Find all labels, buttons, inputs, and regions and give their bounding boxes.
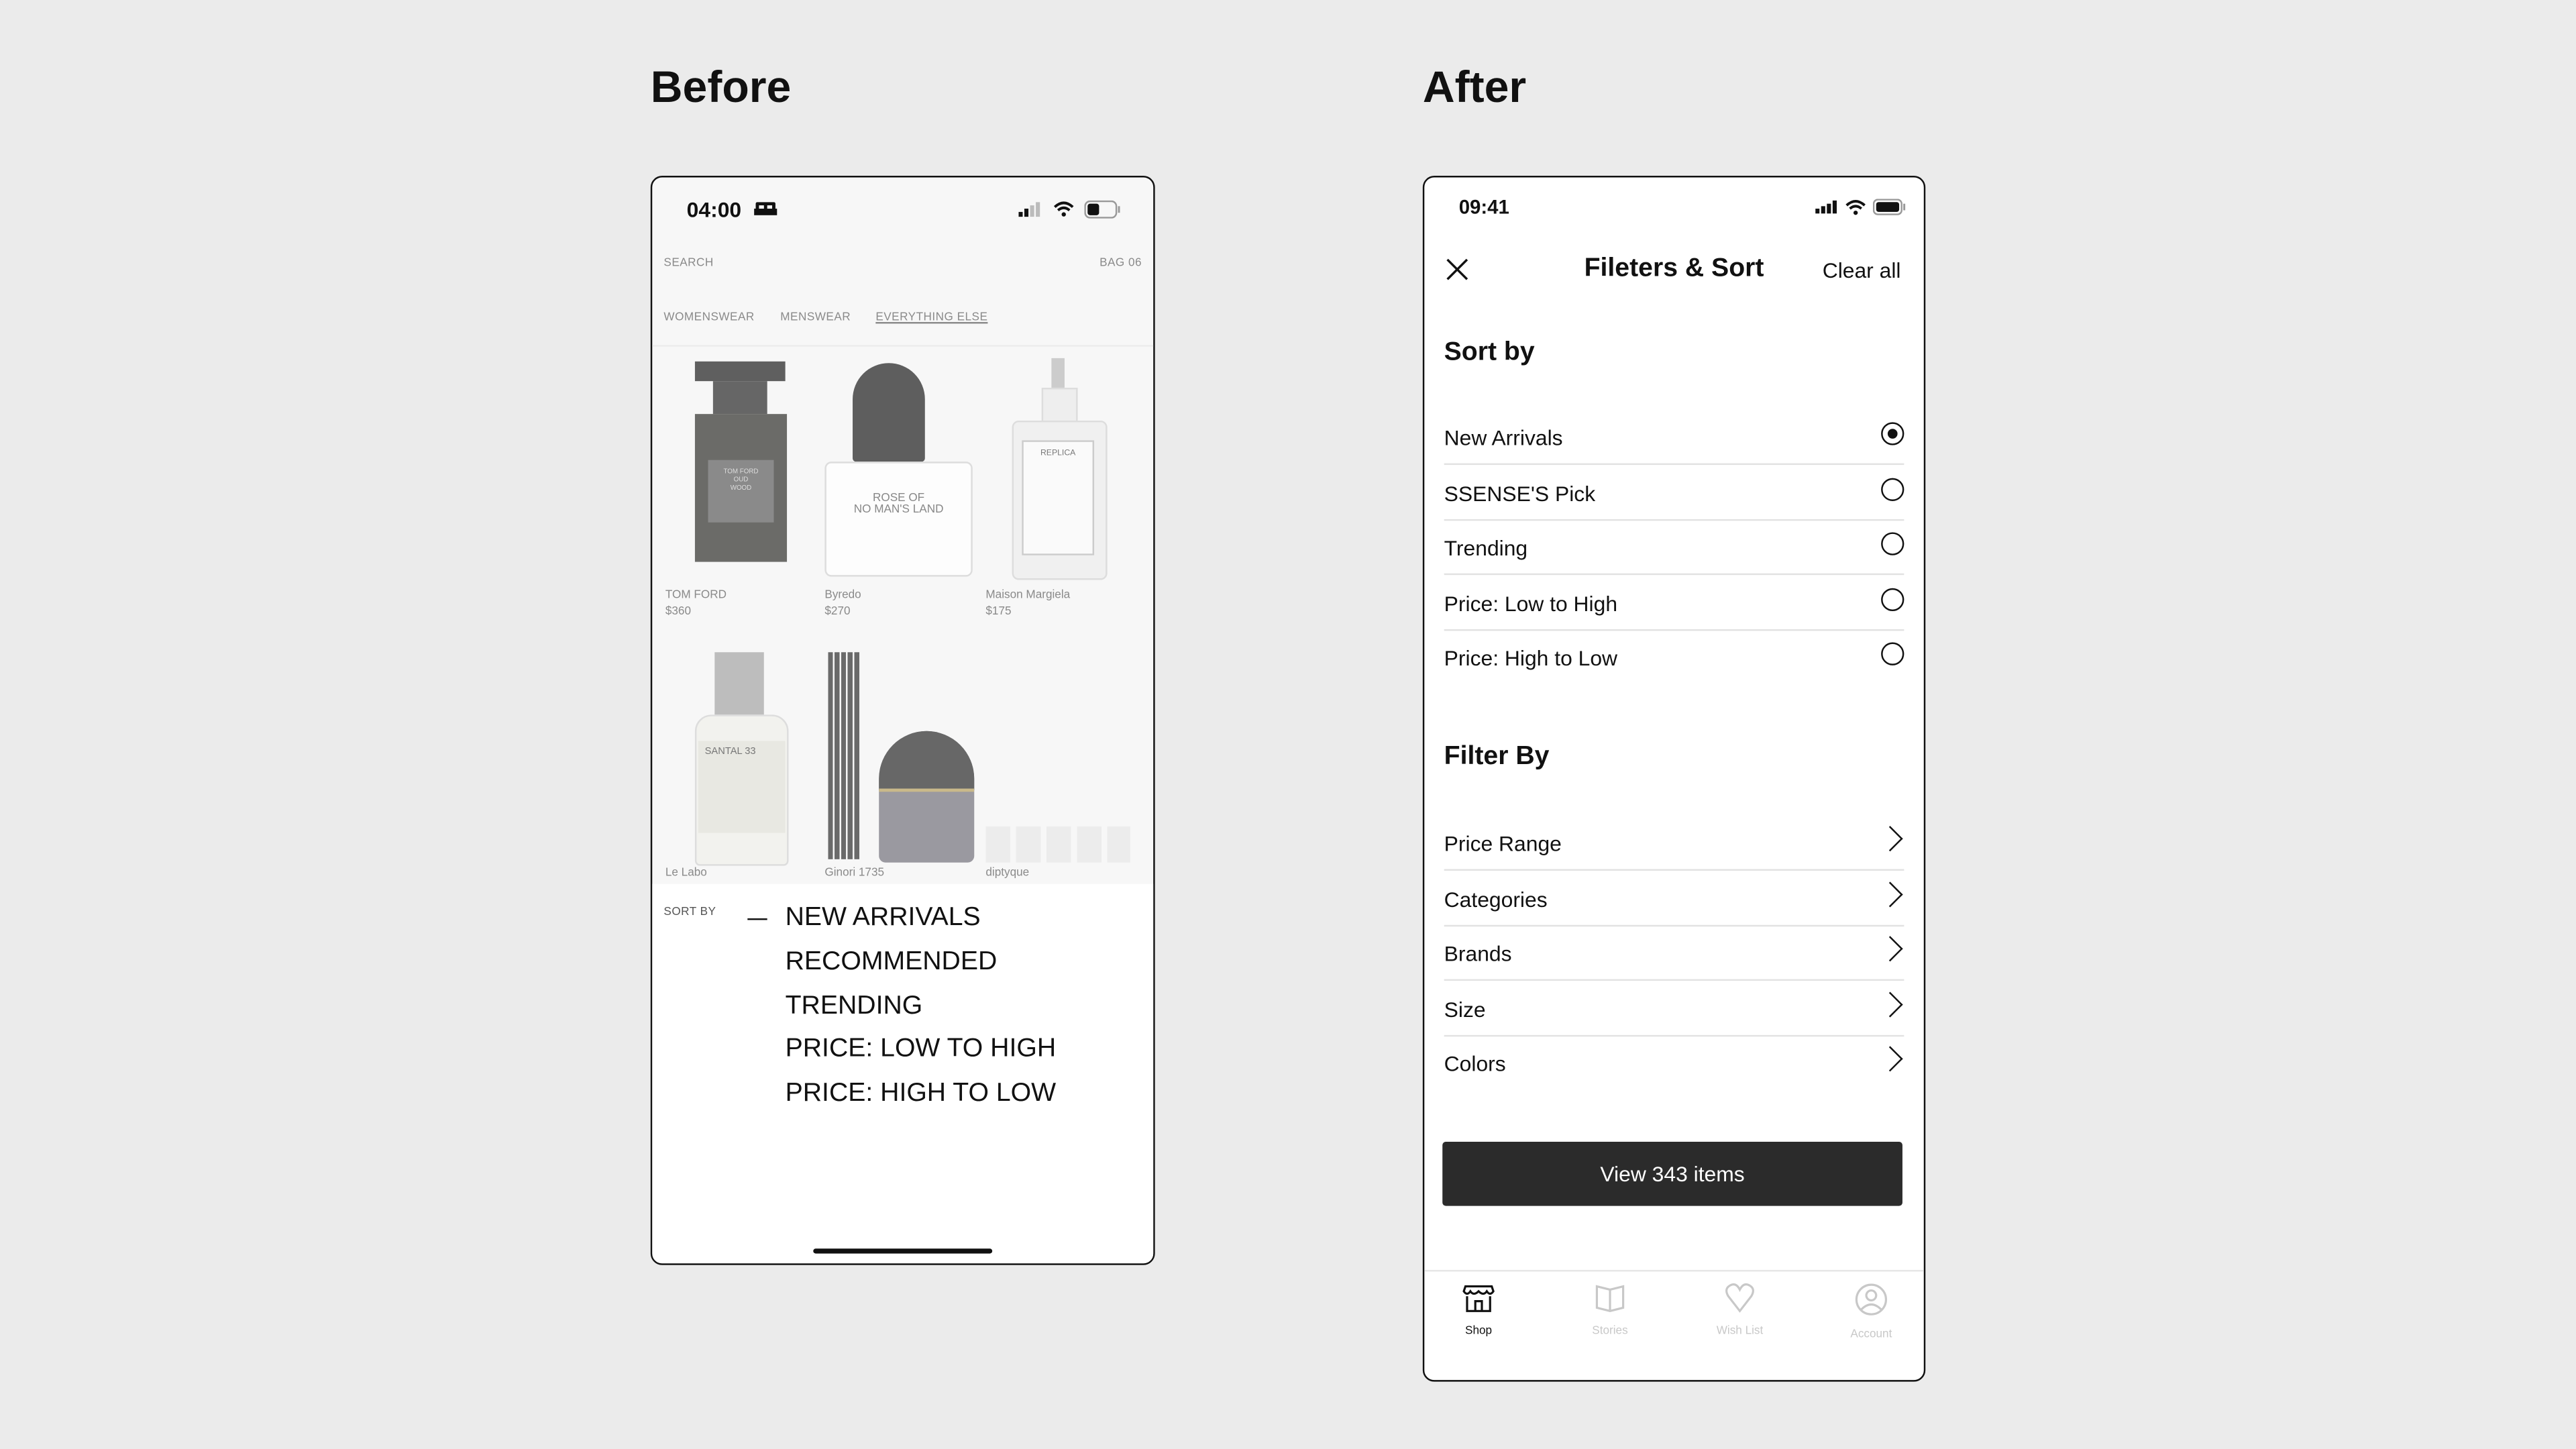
product-price: $175 [985,606,1012,618]
sort-option-price-high-low[interactable]: Price: High to Low [1444,629,1904,684]
option-label: Price: High to Low [1444,645,1618,671]
after-heading: After [1422,62,1527,112]
bag-link[interactable]: BAG 06 [1099,258,1142,269]
sort-option-ssense-pick[interactable]: SSENSE'S Pick [1444,465,1904,521]
product-image [985,649,1133,871]
search-link[interactable]: SEARCH [663,258,713,269]
signal-icon [1018,202,1040,217]
radio-icon[interactable] [1881,532,1904,555]
tab-everything-else[interactable]: EVERYTHING ELSE [875,312,987,323]
product-image: ROSE OF NO MAN'S LAND [824,358,973,580]
product-brand: Byredo [824,590,861,602]
after-phone: 09:41 Fileters & Sort Clear all Sort by … [1422,176,1926,1382]
filter-brands[interactable]: Brands [1444,925,1904,981]
selected-dash-icon [747,918,767,920]
radio-icon[interactable] [1881,478,1904,501]
chevron-right-icon [1877,936,1903,962]
radio-icon[interactable] [1881,642,1904,665]
tab-womenswear[interactable]: WOMENSWEAR [663,312,754,323]
status-time: 04:00 [686,197,742,222]
filter-label: Size [1444,997,1486,1022]
heart-icon [1725,1283,1754,1313]
tab-account[interactable]: Account [1814,1281,1924,1341]
tab-wish-list[interactable]: Wish List [1682,1281,1797,1337]
signal-icon [1815,200,1837,214]
sort-option[interactable]: RECOMMENDED [786,948,998,977]
battery-icon [1872,199,1906,215]
sort-option[interactable]: NEW ARRIVALS [786,904,981,933]
product-brand: diptyque [985,867,1030,879]
wifi-icon [1053,201,1074,217]
filter-price-range[interactable]: Price Range [1444,815,1904,871]
home-indicator [813,1248,993,1254]
tab-menswear[interactable]: MENSWEAR [780,312,851,323]
wifi-icon [1845,200,1866,215]
clear-all-button[interactable]: Clear all [1823,258,1901,282]
sort-sheet: SORT BY NEW ARRIVALS RECOMMENDED TRENDIN… [652,883,1154,1264]
tabbar-divider [1424,1270,1924,1272]
tab-label: Wish List [1716,1326,1764,1338]
product-image [824,649,975,871]
filter-label: Colors [1444,1051,1506,1077]
book-icon [1595,1285,1625,1312]
product-brand: TOM FORD [665,590,727,602]
filter-colors[interactable]: Colors [1444,1035,1904,1089]
filter-label: Categories [1444,887,1548,912]
filter-label: Price Range [1444,831,1562,856]
status-time: 09:41 [1458,195,1509,219]
tab-label: Shop [1465,1326,1493,1338]
tab-bar: Shop Stories Wish List Account [1424,1281,1923,1347]
filter-label: Brands [1444,941,1512,967]
shop-icon [1462,1285,1495,1312]
radio-icon[interactable] [1881,588,1904,612]
option-label: Trending [1444,535,1528,561]
product-image: SANTAL 33 [665,649,813,871]
before-phone: 04:00 SEARCH BAG 06 WOMENSWEAR MENSWEAR … [650,176,1155,1265]
view-items-button[interactable]: View 343 items [1442,1142,1902,1206]
filter-categories[interactable]: Categories [1444,871,1904,927]
sort-option[interactable]: TRENDING [786,992,923,1022]
chevron-right-icon [1877,826,1903,852]
tab-label: Account [1850,1329,1892,1341]
product-image: TOM FORD OUD WOOD [665,358,813,580]
filter-by-title: Filter By [1444,742,1550,771]
chevron-right-icon [1877,1046,1903,1072]
tab-shop[interactable]: Shop [1424,1281,1536,1338]
option-label: Price: Low to High [1444,591,1618,616]
chevron-right-icon [1877,881,1903,908]
sort-option[interactable]: PRICE: LOW TO HIGH [786,1035,1057,1065]
product-price: $360 [665,606,691,618]
product-image: REPLICA [985,358,1133,580]
radio-selected-icon[interactable] [1881,422,1904,445]
account-icon [1855,1283,1888,1316]
sort-option[interactable]: PRICE: HIGH TO LOW [786,1079,1057,1109]
sort-by-title: Sort by [1444,338,1535,367]
product-grid: TOM FORD OUD WOOD TOM FORD $360 ROSE OF NO … [652,347,1153,884]
product-price: $270 [824,606,851,618]
product-brand: Le Labo [665,867,707,879]
sort-option-new-arrivals[interactable]: New Arrivals [1444,409,1904,466]
product-brand: Ginori 1735 [824,867,885,879]
sort-by-label: SORT BY [663,906,716,918]
sort-option-price-low-high[interactable]: Price: Low to High [1444,575,1904,631]
bed-icon [754,202,777,215]
filter-size[interactable]: Size [1444,981,1904,1037]
chevron-right-icon [1877,991,1903,1018]
sort-option-trending[interactable]: Trending [1444,519,1904,576]
option-label: SSENSE'S Pick [1444,481,1596,506]
before-heading: Before [650,62,792,112]
option-label: New Arrivals [1444,425,1563,451]
tab-stories[interactable]: Stories [1552,1281,1667,1337]
product-brand: Maison Margiela [985,590,1071,602]
battery-icon [1084,200,1120,219]
tab-label: Stories [1592,1326,1628,1338]
